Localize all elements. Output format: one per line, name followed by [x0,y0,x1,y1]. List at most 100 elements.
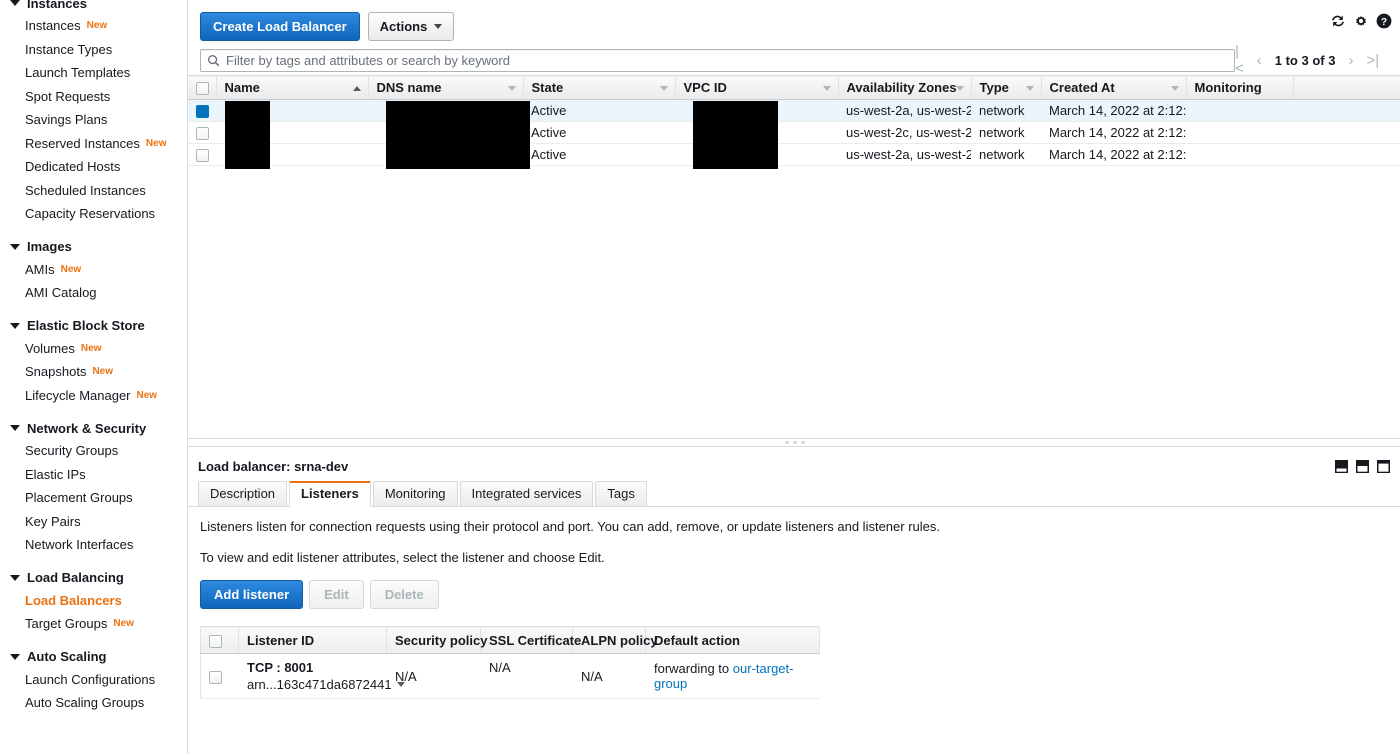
sidebar-group-auto-scaling[interactable]: Auto Scaling [0,646,187,668]
sort-icon[interactable] [955,85,964,91]
sidebar-item-snapshots[interactable]: Snapshots New [0,360,187,384]
help-icon[interactable]: ? [1375,12,1393,30]
refresh-icon[interactable] [1329,12,1347,30]
listener-row[interactable]: TCP : 8001 arn...163c471da6872441 N/A N/A N/… [200,653,820,699]
listeners-select-all-checkbox[interactable] [209,634,222,648]
select-all-checkbox[interactable] [196,82,209,96]
listeners-table-body: TCP : 8001 arn...163c471da6872441 N/A N/A N/… [200,653,820,699]
pagination-next-button[interactable]: › [1348,52,1353,69]
sidebar-item-label: Savings Plans [25,112,108,128]
sidebar-item-network-interfaces[interactable]: Network Interfaces [0,533,187,557]
sidebar-group-network-security[interactable]: Network & Security [0,417,187,439]
table-row[interactable]: Active us-west-2a, us-west-2c…networkMarc… [188,143,1400,167]
sort-ascending-icon[interactable] [352,85,361,91]
tab-listeners[interactable]: Listeners [289,481,371,507]
sidebar-item-auto-scaling-groups[interactable]: Auto Scaling Groups [0,691,187,715]
sidebar-item-label: Key Pairs [25,513,81,529]
sidebar-group-load-balancing[interactable]: Load Balancing [0,567,187,589]
column-header-vpc-id[interactable]: VPC ID [675,74,839,101]
sidebar-group-instances[interactable]: Instances [0,0,187,14]
sidebar-item-savings-plans[interactable]: Savings Plans [0,108,187,132]
panel-resize-handle[interactable] [188,438,1400,447]
cell-state: Active [523,99,675,123]
listener-protocol-port: TCP : 8001 [247,660,314,675]
sidebar-group-label: Auto Scaling [27,649,107,664]
sidebar-item-capacity-reservations[interactable]: Capacity Reservations [0,202,187,226]
sidebar-item-label: Target Groups [25,616,108,632]
sidebar-group-label: Elastic Block Store [27,318,145,333]
gear-icon[interactable] [1352,12,1370,30]
panel-medium-icon[interactable] [1355,459,1370,474]
sidebar-navigation: Instances Instances New Instance Types Launc… [0,0,188,754]
sidebar-item-launch-templates[interactable]: Launch Templates [0,61,187,85]
ec2-console: Instances Instances New Instance Types Launc… [0,0,1400,754]
pagination-prev-button[interactable]: ‹ [1257,52,1262,69]
search-input[interactable]: Filter by tags and attributes or search … [200,48,1235,72]
listener-arn-row[interactable]: arn...163c471da6872441 [247,677,405,692]
select-all-header [188,74,217,101]
actions-button[interactable]: Actions [367,12,455,41]
caret-down-icon [10,653,20,660]
row-checkbox[interactable] [196,127,209,141]
table-row[interactable]: Active us-west-2a, us-west-2b…networkMarc… [188,99,1400,123]
pagination-first-button[interactable]: |< [1235,43,1244,77]
sidebar-item-volumes[interactable]: Volumes New [0,337,187,361]
sort-icon[interactable] [507,85,516,91]
column-header-dns-name[interactable]: DNS name [368,74,524,101]
sidebar-item-dedicated-hosts[interactable]: Dedicated Hosts [0,155,187,179]
listeners-select-all-header [200,626,239,654]
sort-icon[interactable] [1025,85,1034,91]
sort-icon[interactable] [659,85,668,91]
create-load-balancer-button[interactable]: Create Load Balancer [200,12,360,41]
sidebar-group-images[interactable]: Images [0,236,187,258]
sidebar-group-elastic-block-store[interactable]: Elastic Block Store [0,315,187,337]
column-header-label: VPC ID [683,80,727,96]
column-header-monitoring[interactable]: Monitoring [1186,74,1294,101]
sidebar-item-amis[interactable]: AMIs New [0,258,187,282]
panel-small-icon[interactable] [1334,459,1349,474]
tab-integrated-services[interactable]: Integrated services [459,481,594,506]
panel-large-icon[interactable] [1376,459,1391,474]
sidebar-item-label: Elastic IPs [25,466,86,482]
sidebar-item-load-balancers[interactable]: Load Balancers [0,589,187,613]
sidebar-group-label: Images [27,239,72,254]
detail-tabs: Description Listeners Monitoring Integrated… [188,481,1400,507]
sidebar-item-target-groups[interactable]: Target Groups New [0,612,187,636]
column-header-name[interactable]: Name [216,74,369,101]
sidebar-item-label: Instance Types [25,41,113,57]
tab-description[interactable]: Description [198,481,288,506]
column-header-state[interactable]: State [523,74,676,101]
column-header-created-at[interactable]: Created At [1041,74,1187,101]
tab-monitoring[interactable]: Monitoring [372,481,458,506]
listener-checkbox[interactable] [209,670,222,684]
sort-icon[interactable] [822,85,831,91]
sidebar-item-lifecycle-manager[interactable]: Lifecycle Manager New [0,384,187,408]
row-checkbox[interactable] [196,105,209,119]
row-select-cell [188,143,216,167]
grip-dot [792,441,797,444]
column-header-type[interactable]: Type [971,74,1042,101]
sidebar-item-reserved-instances[interactable]: Reserved Instances New [0,132,187,156]
sort-icon[interactable] [1170,85,1179,91]
sidebar-item-security-groups[interactable]: Security Groups [0,439,187,463]
cell-alpn-policy: N/A [572,653,646,699]
sidebar-item-ami-catalog[interactable]: AMI Catalog [0,281,187,305]
row-checkbox[interactable] [196,149,209,163]
sidebar-item-placement-groups[interactable]: Placement Groups [0,486,187,510]
sidebar-item-elastic-ips[interactable]: Elastic IPs [0,463,187,487]
detail-panel-header: Load balancer: srna-dev [188,447,1400,481]
tab-tags[interactable]: Tags [595,481,647,506]
sidebar-item-launch-configurations[interactable]: Launch Configurations [0,668,187,692]
sidebar-item-instances[interactable]: Instances New [0,14,187,38]
add-listener-button[interactable]: Add listener [200,580,304,609]
sidebar-item-scheduled-instances[interactable]: Scheduled Instances [0,179,187,203]
pagination: |< ‹ 1 to 3 of 3 › >| [1235,43,1393,77]
sidebar-item-new-badge: New [92,366,113,378]
sidebar-item-key-pairs[interactable]: Key Pairs [0,510,187,534]
pagination-last-button[interactable]: >| [1366,52,1379,69]
sidebar-item-instance-types[interactable]: Instance Types [0,38,187,62]
sidebar-item-spot-requests[interactable]: Spot Requests [0,85,187,109]
table-row[interactable]: Active us-west-2c, us-west-2b…networkMarc… [188,121,1400,145]
column-header-availability-zones[interactable]: Availability Zones [838,74,972,101]
